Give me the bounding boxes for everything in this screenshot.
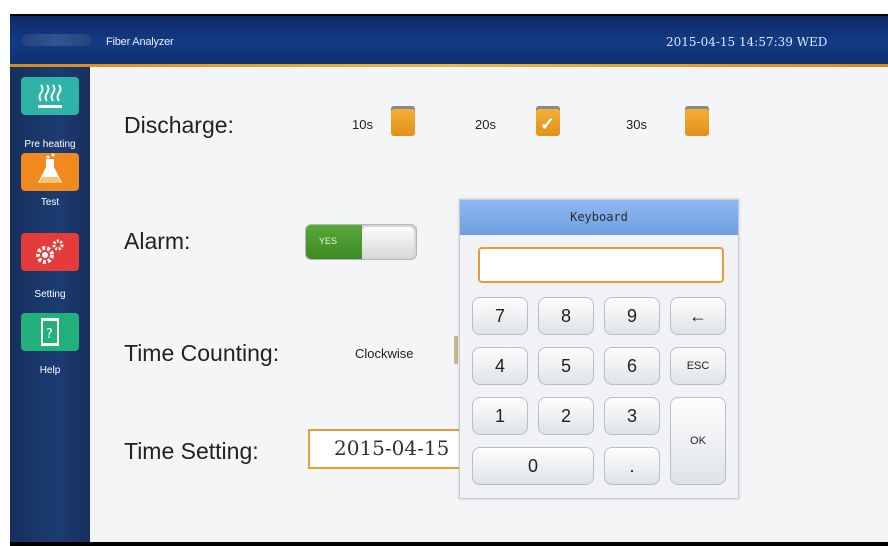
discharge-20s-checkbox[interactable]: ✓ bbox=[536, 106, 560, 136]
ok-key[interactable]: OK bbox=[670, 397, 726, 485]
alarm-label: Alarm: bbox=[124, 228, 191, 254]
keyboard-input[interactable] bbox=[478, 247, 724, 283]
sidebar-item-label: Help bbox=[39, 365, 61, 376]
toggle-on-segment: YES bbox=[306, 225, 362, 259]
sidebar-item-label: Test bbox=[40, 197, 60, 208]
toggle-on-label: YES bbox=[319, 236, 338, 246]
discharge-30s-checkbox[interactable] bbox=[685, 106, 709, 136]
sidebar-item-label: Pre heating bbox=[24, 139, 76, 150]
key-9[interactable]: 9 bbox=[604, 297, 660, 335]
key-8[interactable]: 8 bbox=[538, 297, 594, 335]
key-7[interactable]: 7 bbox=[472, 297, 528, 335]
key-0[interactable]: 0 bbox=[472, 447, 594, 485]
discharge-10s-label: 10s bbox=[352, 117, 373, 132]
key-dot[interactable]: . bbox=[604, 447, 660, 485]
flask-icon bbox=[21, 153, 79, 191]
title-bar: Fiber Analyzer 2015-04-15 14:57:39 WED bbox=[10, 16, 888, 65]
clockwise-option-label: Clockwise bbox=[355, 346, 414, 361]
app-title: Fiber Analyzer bbox=[106, 36, 174, 48]
discharge-30s-label: 30s bbox=[626, 117, 647, 132]
key-2[interactable]: 2 bbox=[538, 397, 594, 435]
key-4[interactable]: 4 bbox=[472, 347, 528, 385]
time-counting-label: Time Counting: bbox=[124, 340, 280, 366]
key-6[interactable]: 6 bbox=[604, 347, 660, 385]
sidebar: Pre heating Test Setting ? Help bbox=[10, 67, 90, 542]
clockwise-checkbox[interactable] bbox=[454, 336, 458, 364]
key-1[interactable]: 1 bbox=[472, 397, 528, 435]
sidebar-item-preheating[interactable]: Pre heating bbox=[10, 73, 90, 153]
time-setting-input[interactable]: 2015-04-15 bbox=[308, 429, 464, 469]
heater-icon bbox=[21, 77, 79, 115]
datetime-display: 2015-04-15 14:57:39 WED bbox=[666, 35, 828, 49]
key-3[interactable]: 3 bbox=[604, 397, 660, 435]
toggle-knob bbox=[362, 227, 414, 257]
sidebar-item-setting[interactable]: Setting bbox=[10, 231, 90, 301]
esc-key[interactable]: ESC bbox=[670, 347, 726, 385]
keyboard-dialog: Keyboard 7 8 9 ← 4 5 6 ESC 1 2 3 OK 0 . bbox=[459, 199, 739, 499]
key-5[interactable]: 5 bbox=[538, 347, 594, 385]
sidebar-item-label: Setting bbox=[34, 289, 66, 300]
discharge-label: Discharge: bbox=[124, 112, 234, 138]
alarm-toggle[interactable]: YES bbox=[305, 224, 417, 260]
backspace-key[interactable]: ← bbox=[670, 297, 726, 335]
svg-text:?: ? bbox=[46, 327, 53, 342]
brand-logo bbox=[22, 34, 92, 46]
gear-icon bbox=[21, 233, 79, 271]
sidebar-item-help[interactable]: ? Help bbox=[10, 311, 90, 381]
discharge-10s-checkbox[interactable] bbox=[391, 106, 415, 136]
time-setting-label: Time Setting: bbox=[124, 438, 259, 464]
time-setting-value: 2015-04-15 bbox=[334, 436, 450, 460]
sidebar-item-test[interactable]: Test bbox=[10, 151, 90, 223]
keyboard-title: Keyboard bbox=[460, 200, 738, 235]
help-book-icon: ? bbox=[21, 313, 79, 351]
discharge-20s-label: 20s bbox=[475, 117, 496, 132]
checkmark-icon: ✓ bbox=[540, 114, 556, 134]
